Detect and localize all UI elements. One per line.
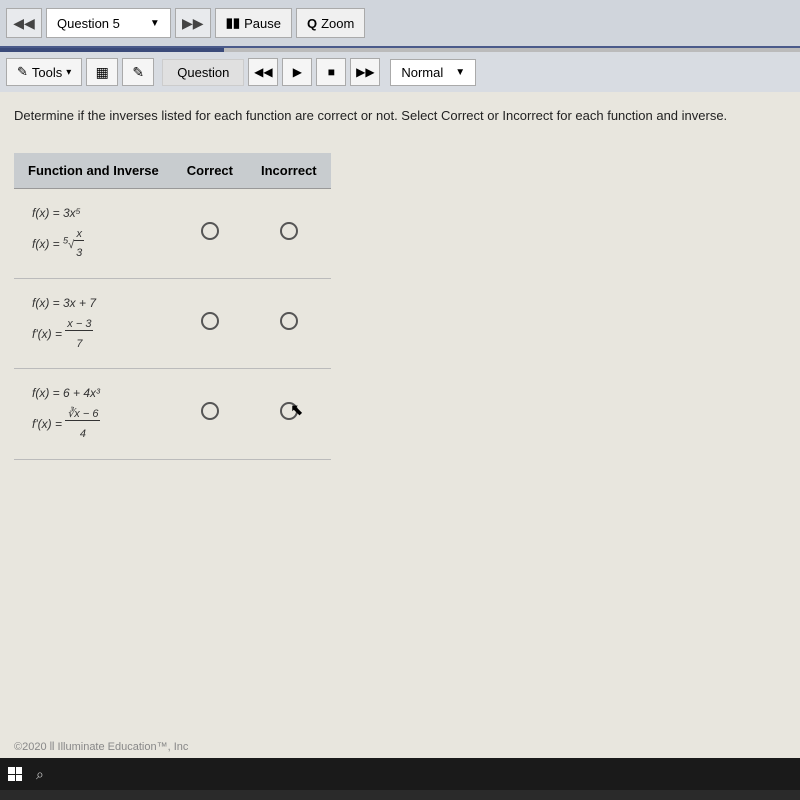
function-cell: f(x) = 3x + 7 f'(x) = x − 37 [14, 279, 173, 369]
function-f: f(x) = 6 + 4x³ [32, 383, 143, 405]
search-icon[interactable]: ⌕ [36, 766, 44, 783]
function-f: f(x) = 3x + 7 [32, 293, 143, 315]
question-section-label: Question [162, 59, 244, 86]
progress-fill [0, 48, 224, 52]
pause-label: Pause [244, 16, 281, 31]
prev-question-button[interactable]: ◀◀ [6, 8, 42, 38]
function-cell: f(x) = 3x⁵ f(x) = 5√x3 [14, 189, 173, 279]
notes-button[interactable]: ✎ [122, 58, 154, 86]
speed-label: Normal [401, 65, 443, 80]
stop-button[interactable]: ■ [316, 58, 346, 86]
pause-button[interactable]: ▮▮ Pause [215, 8, 292, 38]
header-function: Function and Inverse [14, 153, 173, 189]
speed-selector[interactable]: Normal ▼ [390, 59, 476, 86]
question-selector[interactable]: Question 5 ▼ [46, 8, 171, 38]
answer-table: Function and Inverse Correct Incorrect f… [14, 153, 331, 460]
zoom-button[interactable]: Q Zoom [296, 8, 365, 38]
forward-button[interactable]: ▶▶ [350, 58, 380, 86]
pause-icon: ▮▮ [226, 15, 240, 31]
chevron-down-icon: ▼ [150, 18, 160, 29]
windows-start-button[interactable] [8, 767, 22, 781]
speed-caret-icon: ▼ [455, 67, 465, 78]
row2-incorrect-radio[interactable] [280, 312, 298, 330]
table-row: f(x) = 3x⁵ f(x) = 5√x3 [14, 189, 331, 279]
function-inverse: f'(x) = ∛x − 64 [32, 405, 143, 445]
function-inverse: f(x) = 5√x3 [32, 225, 143, 265]
question-number: Question 5 [57, 16, 120, 31]
progress-bar [0, 48, 800, 52]
notes-icon: ✎ [132, 64, 144, 81]
second-toolbar: ✎ Tools ▾ ▦ ✎ Question ◀◀ ▶ ■ ▶▶ Normal … [0, 52, 800, 92]
play-button[interactable]: ▶ [282, 58, 312, 86]
content-area: Determine if the inverses listed for eac… [0, 92, 800, 476]
tools-label: Tools [32, 65, 62, 80]
row3-incorrect-radio[interactable] [280, 402, 298, 420]
header-incorrect: Incorrect [247, 153, 331, 189]
row3-correct-radio[interactable] [201, 402, 219, 420]
zoom-label: Zoom [321, 16, 354, 31]
function-f: f(x) = 3x⁵ [32, 203, 143, 225]
next-question-button[interactable]: ▶▶ [175, 8, 211, 38]
rewind-button[interactable]: ◀◀ [248, 58, 278, 86]
wrench-icon: ✎ [17, 64, 28, 80]
row2-correct-radio[interactable] [201, 312, 219, 330]
tools-button[interactable]: ✎ Tools ▾ [6, 58, 82, 86]
header-correct: Correct [173, 153, 247, 189]
table-row: f(x) = 6 + 4x³ f'(x) = ∛x − 64 [14, 369, 331, 459]
top-toolbar: ◀◀ Question 5 ▼ ▶▶ ▮▮ Pause Q Zoom [0, 0, 800, 48]
row1-incorrect-radio[interactable] [280, 222, 298, 240]
calculator-icon: ▦ [96, 64, 109, 81]
taskbar: ⌕ [0, 758, 800, 790]
tools-caret-icon: ▾ [66, 67, 71, 78]
table-row: f(x) = 3x + 7 f'(x) = x − 37 [14, 279, 331, 369]
function-inverse: f'(x) = x − 37 [32, 315, 143, 355]
question-text: Determine if the inverses listed for eac… [14, 108, 786, 123]
function-cell: f(x) = 6 + 4x³ f'(x) = ∛x − 64 [14, 369, 173, 459]
calculator-button[interactable]: ▦ [86, 58, 118, 86]
row1-correct-radio[interactable] [201, 222, 219, 240]
copyright-footer: ©2020 ⦀ Illuminate Education™, Inc [14, 741, 188, 754]
zoom-icon: Q [307, 16, 317, 31]
